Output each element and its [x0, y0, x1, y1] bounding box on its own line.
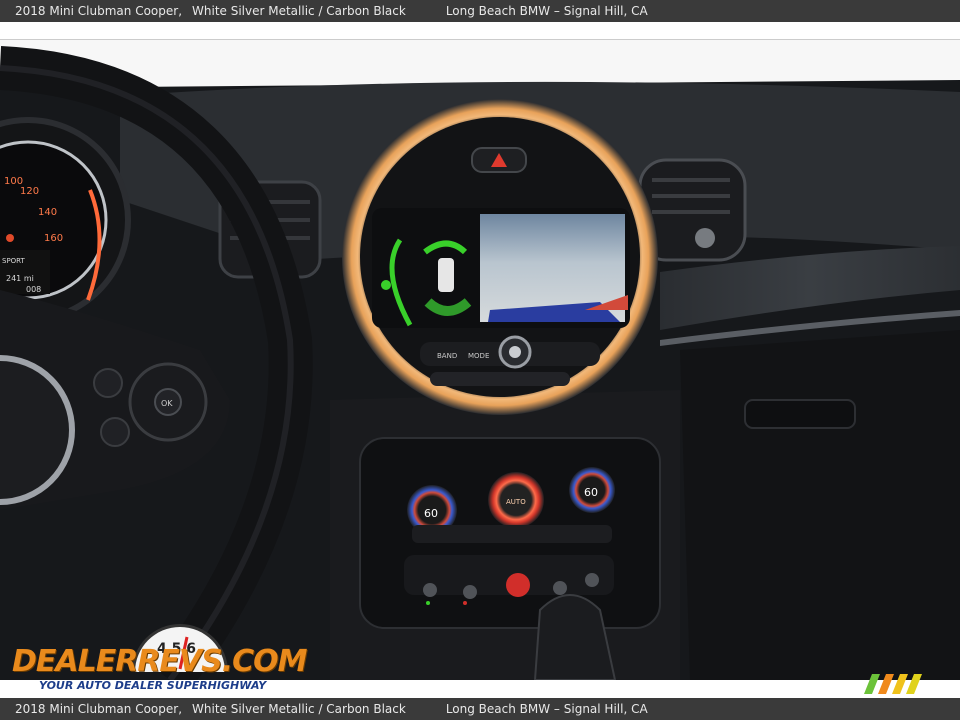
dealerrevs-watermark: 4 5 6 DEALERREVS.COM YOUR AUTO DEALER SU…	[12, 620, 308, 694]
caption-bar-top: 2018 Mini Clubman Cooper, White Silver M…	[0, 0, 960, 22]
stripes-logo-icon	[864, 674, 922, 694]
climate-auto: AUTO	[506, 498, 526, 506]
caption-model-bottom: 2018 Mini Clubman Cooper,	[15, 702, 183, 716]
cluster-mode: SPORT	[2, 257, 26, 265]
radio-mode-label: MODE	[468, 352, 489, 360]
cluster-range: 241 mi	[6, 274, 34, 283]
cluster-odometer: 008	[26, 285, 41, 294]
caption-color: White Silver Metallic / Carbon Black	[192, 4, 406, 18]
watermark-brand: DEALERREVS.COM	[12, 644, 308, 679]
caption-color-bottom: White Silver Metallic / Carbon Black	[192, 702, 406, 716]
wheel-ok-label: OK	[161, 399, 173, 408]
center-display	[342, 99, 658, 415]
start-stop-button	[506, 573, 530, 597]
speed-tick-120: 120	[20, 186, 39, 197]
climate-temp-right: 60	[584, 486, 598, 499]
caption-bar-bottom: 2018 Mini Clubman Cooper, White Silver M…	[0, 698, 960, 720]
climate-temp-left: 60	[424, 507, 438, 520]
caption-dealer-bottom: Long Beach BMW – Signal Hill, CA	[445, 702, 648, 716]
speed-tick-140: 140	[38, 207, 57, 218]
climate-panel	[359, 437, 661, 629]
dashboard-photo: 100 120 140 160 SPORT 241 mi 008 BAND MO…	[0, 40, 960, 680]
caption-model: 2018 Mini Clubman Cooper,	[15, 4, 183, 18]
dashboard-illustration: 100 120 140 160 SPORT 241 mi 008 BAND MO…	[0, 40, 960, 680]
caption-dealer: Long Beach BMW – Signal Hill, CA	[445, 4, 648, 18]
radio-band-label: BAND	[437, 352, 457, 360]
speed-tick-160: 160	[44, 233, 63, 244]
watermark-tagline: YOUR AUTO DEALER SUPERHIGHWAY	[39, 679, 267, 692]
